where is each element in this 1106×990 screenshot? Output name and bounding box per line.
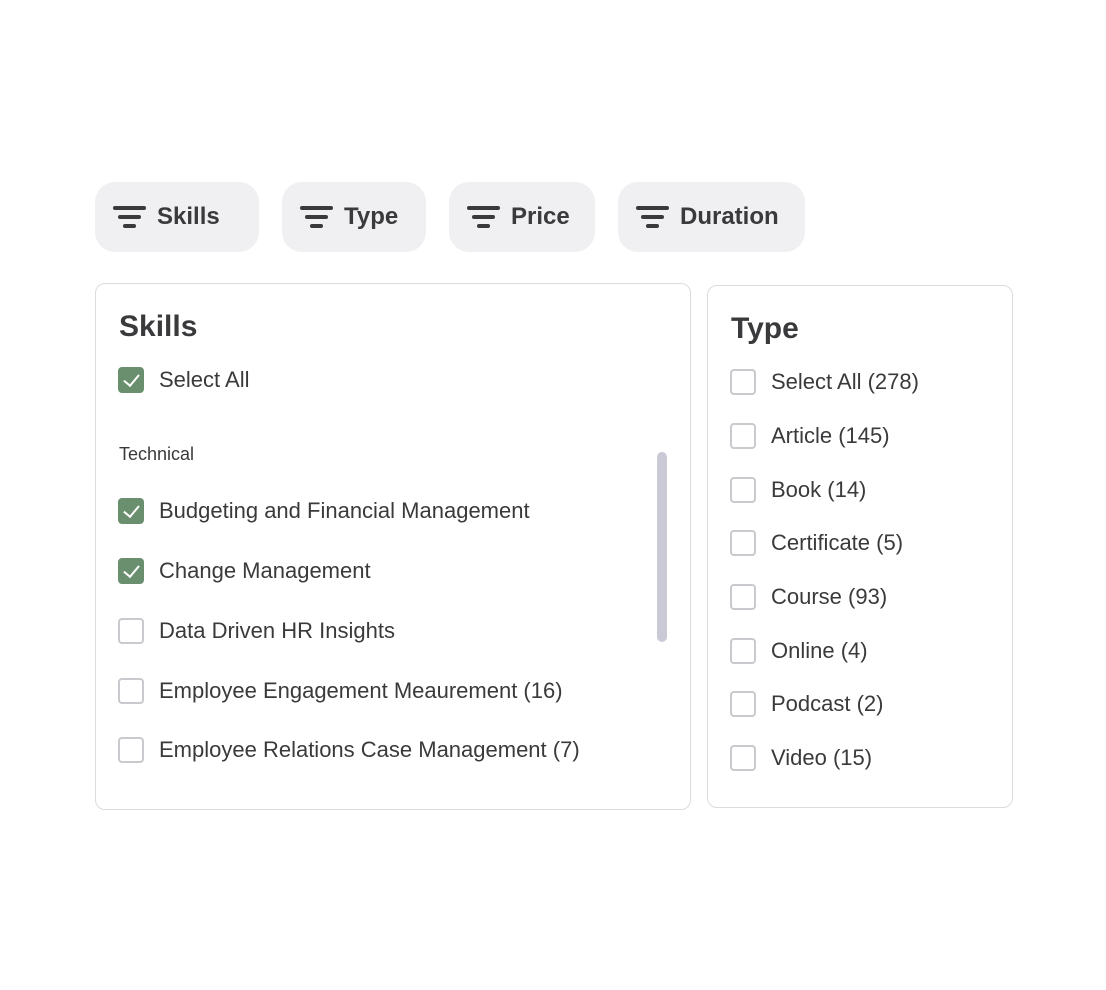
- skill-option-row[interactable]: Budgeting and Financial Management: [118, 495, 530, 527]
- type-option-row[interactable]: Podcast (2): [730, 688, 884, 720]
- type-filter-panel: Type Select All (278) Article (145) Book…: [707, 285, 1013, 808]
- type-option-row[interactable]: Video (15): [730, 742, 872, 774]
- filter-icon: [636, 205, 670, 229]
- type-checkbox[interactable]: [730, 691, 756, 717]
- filter-icon: [467, 205, 501, 229]
- type-option-row[interactable]: Online (4): [730, 635, 868, 667]
- type-checkbox[interactable]: [730, 423, 756, 449]
- type-option-row[interactable]: Certificate (5): [730, 527, 903, 559]
- filter-chip-duration[interactable]: Duration: [618, 182, 805, 252]
- checkbox-label: Article (145): [771, 423, 890, 448]
- checkbox-label: Video (15): [771, 745, 873, 770]
- checkbox-label: Select All (278): [771, 369, 919, 394]
- skill-option-row[interactable]: Data Driven HR Insights: [118, 615, 395, 647]
- scrollbar-thumb[interactable]: [657, 452, 667, 642]
- filter-chip-type[interactable]: Type: [282, 182, 426, 252]
- group-label: Technical: [119, 444, 195, 464]
- checkbox-label: Online (4): [771, 638, 868, 663]
- select-all-row[interactable]: Select All: [118, 364, 250, 396]
- skill-option-row[interactable]: Change Management: [118, 555, 371, 587]
- type-option-row[interactable]: Book (14): [730, 474, 866, 506]
- checkbox-label: Certificate (5): [771, 530, 904, 555]
- type-option-row[interactable]: Course (93): [730, 581, 887, 613]
- checkbox-label: Book (14): [771, 477, 867, 502]
- type-checkbox[interactable]: [730, 530, 756, 556]
- filter-icon: [300, 205, 334, 229]
- filter-chip-price[interactable]: Price: [449, 182, 595, 252]
- checkbox-label: Select All: [159, 367, 250, 392]
- filter-chip-label: Price: [511, 203, 570, 230]
- skill-checkbox[interactable]: [118, 618, 144, 644]
- checkbox-label: Data Driven HR Insights: [159, 618, 395, 643]
- skill-checkbox[interactable]: [118, 737, 144, 763]
- type-checkbox[interactable]: [730, 638, 756, 664]
- skills-filter-panel: Skills Select All Technical Budgeting an…: [95, 283, 691, 810]
- checkbox-label: Change Management: [159, 558, 371, 583]
- skill-option-row[interactable]: Employee Engagement Meaurement (16): [118, 675, 563, 707]
- skill-checkbox[interactable]: [118, 558, 144, 584]
- skill-checkbox[interactable]: [118, 678, 144, 704]
- filter-icon: [113, 205, 147, 229]
- checkbox-label: Budgeting and Financial Management: [159, 498, 530, 523]
- filter-chip-skills[interactable]: Skills: [95, 182, 259, 252]
- filter-chip-label: Type: [344, 203, 399, 230]
- select-all-checkbox[interactable]: [118, 367, 144, 393]
- checkbox-label: Employee Engagement Meaurement (16): [159, 678, 563, 703]
- type-checkbox[interactable]: [730, 369, 756, 395]
- skill-option-row[interactable]: Employee Relations Case Management (7): [118, 734, 580, 766]
- panel-title: Skills: [119, 310, 198, 343]
- panel-title: Type: [731, 312, 799, 345]
- type-option-row[interactable]: Select All (278): [730, 366, 919, 398]
- checkbox-label: Employee Relations Case Management (7): [159, 737, 580, 762]
- checkbox-label: Podcast (2): [771, 691, 884, 716]
- type-checkbox[interactable]: [730, 745, 756, 771]
- filter-chip-label: Skills: [157, 203, 220, 230]
- skill-checkbox[interactable]: [118, 498, 144, 524]
- type-option-row[interactable]: Article (145): [730, 420, 890, 452]
- type-checkbox[interactable]: [730, 584, 756, 610]
- filter-chip-label: Duration: [680, 203, 779, 230]
- checkbox-label: Course (93): [771, 584, 888, 609]
- type-checkbox[interactable]: [730, 477, 756, 503]
